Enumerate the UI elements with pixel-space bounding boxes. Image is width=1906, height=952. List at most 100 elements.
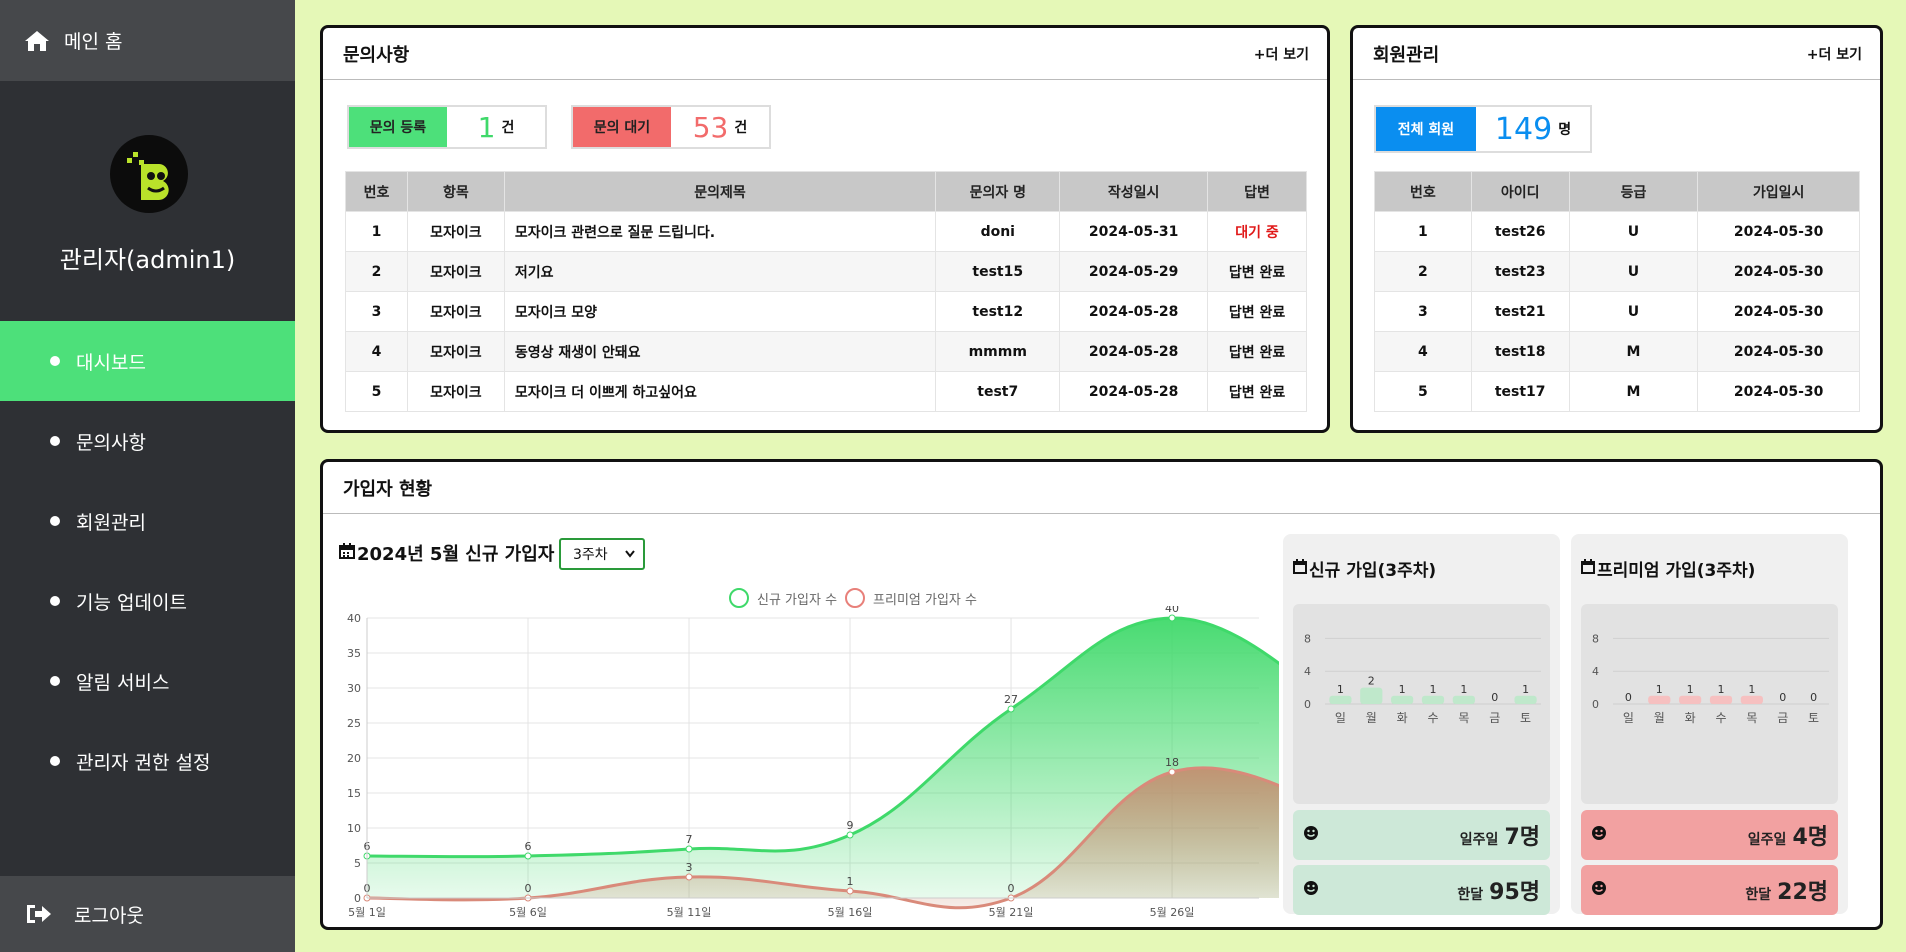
total-count: 149 — [1494, 111, 1553, 147]
table-row[interactable]: 2 모자이크 저기요 test15 2024-05-29 답변 완료 — [345, 251, 1307, 292]
table-row[interactable]: 4 모자이크 동영상 재생이 안돼요 mmmm 2024-05-28 답변 완료 — [345, 331, 1307, 372]
y-tick-label: 30 — [347, 682, 361, 695]
col-header: 작성일시 — [1059, 171, 1209, 212]
cell-date: 2024-05-30 — [1697, 251, 1860, 292]
new-month-summary: 한달 95명 — [1293, 865, 1550, 915]
cell-subject[interactable]: 모자이크 더 이쁘게 하고싶어요 — [503, 371, 937, 412]
table-row[interactable]: 5 모자이크 모자이크 더 이쁘게 하고싶어요 test7 2024-05-28… — [345, 371, 1307, 412]
cell-author: mmmm — [935, 331, 1061, 372]
bullet-icon — [50, 356, 60, 366]
bar-value-label: 1 — [1718, 683, 1725, 696]
sidebar-item-inquiry[interactable]: 문의사항 — [0, 401, 295, 481]
bar-value-label: 1 — [1399, 683, 1406, 696]
calendar-icon — [1581, 558, 1595, 579]
week-select[interactable]: 3주차 — [559, 538, 645, 570]
bullet-icon — [50, 676, 60, 686]
smiley-icon — [1591, 880, 1607, 900]
col-header: 등급 — [1568, 171, 1699, 212]
x-tick-label: 일 — [1623, 711, 1634, 725]
logout-icon — [24, 902, 52, 926]
data-label: 0 — [525, 882, 532, 895]
inquiry-more-link[interactable]: +더 보기 — [1254, 44, 1309, 64]
chart-legend: 신규 가입자 수 프리미엄 가입자 수 — [729, 588, 977, 608]
table-row[interactable]: 1 test26 U 2024-05-30 — [1374, 211, 1860, 252]
bar-value-label: 1 — [1748, 683, 1755, 696]
y-tick-label: 20 — [347, 752, 361, 765]
x-tick-label: 토 — [1808, 711, 1819, 725]
cell-subject[interactable]: 동영상 재생이 안돼요 — [503, 331, 937, 372]
bar-value-label: 1 — [1337, 683, 1344, 696]
bullet-icon — [50, 756, 60, 766]
premium-card-heading: 프리미엄 가입(3주차) — [1581, 556, 1755, 581]
legend-swatch-new — [729, 588, 749, 608]
cell-date: 2024-05-30 — [1697, 211, 1860, 252]
sidebar-item-dashboard[interactable]: 대시보드 — [0, 321, 295, 401]
week-label: 일주일 — [1747, 832, 1787, 848]
bar-value-label: 1 — [1656, 683, 1663, 696]
table-row[interactable]: 5 test17 M 2024-05-30 — [1374, 371, 1860, 412]
x-tick-label: 토 — [1520, 711, 1531, 725]
table-row[interactable]: 1 모자이크 모자이크 관련으로 질문 드립니다. doni 2024-05-3… — [345, 211, 1307, 252]
cell-id: test26 — [1470, 211, 1570, 252]
x-tick-label: 5월 1일 — [348, 905, 386, 919]
home-label: 메인 홈 — [64, 31, 123, 53]
waiting-count: 53 — [692, 110, 729, 144]
x-tick-label: 일 — [1335, 711, 1346, 725]
week-value: 7명 — [1504, 825, 1540, 850]
main-home-link[interactable]: 메인 홈 — [0, 0, 295, 81]
col-header: 문의제목 — [503, 171, 937, 212]
sidebar-item-feature-update[interactable]: 기능 업데이트 — [0, 561, 295, 641]
col-header: 가입일시 — [1697, 171, 1860, 212]
table-row[interactable]: 3 test21 U 2024-05-30 — [1374, 291, 1860, 332]
sidebar-item-notification[interactable]: 알림 서비스 — [0, 641, 295, 721]
cell-date: 2024-05-30 — [1697, 291, 1860, 332]
logout-button[interactable]: 로그아웃 — [0, 876, 295, 952]
table-row[interactable]: 4 test18 M 2024-05-30 — [1374, 331, 1860, 372]
sidebar-item-members[interactable]: 회원관리 — [0, 481, 295, 561]
data-point — [846, 831, 854, 839]
month-value: 95명 — [1489, 880, 1540, 905]
inquiry-title: 문의사항 — [343, 44, 410, 66]
table-row[interactable]: 3 모자이크 모자이크 모양 test12 2024-05-28 답변 완료 — [345, 291, 1307, 332]
calendar-icon — [339, 542, 355, 564]
new-weekly-bar-chart: 0 4 8 1 일 2 월 1 화 1 수 1 목 0 금 1 토 — [1304, 632, 1541, 725]
cell-date: 2024-05-29 — [1059, 251, 1209, 292]
data-point — [846, 887, 854, 895]
inquiry-panel: 문의사항 +더 보기 문의 등록 1건 문의 대기 53 건 번호 항목 문의제목… — [320, 25, 1330, 433]
bar — [1648, 695, 1671, 704]
cell-date: 2024-05-28 — [1059, 371, 1209, 412]
x-tick-label: 5월 11일 — [667, 905, 712, 919]
signup-area-chart: 667927400031018 05101520253035405월 1일5월 … — [347, 606, 1279, 919]
count-unit: 명 — [1558, 122, 1572, 138]
data-point — [685, 873, 693, 881]
cell-id: test23 — [1470, 251, 1570, 292]
sidebar-item-label: 알림 서비스 — [76, 671, 170, 694]
table-row[interactable]: 2 test23 U 2024-05-30 — [1374, 251, 1860, 292]
cell-subject[interactable]: 모자이크 관련으로 질문 드립니다. — [503, 211, 937, 252]
cell-subject[interactable]: 저기요 — [503, 251, 937, 292]
cell-answer-status: 답변 완료 — [1207, 291, 1307, 332]
cell-id: test21 — [1470, 291, 1570, 332]
sidebar-item-label: 기능 업데이트 — [76, 591, 187, 614]
cell-subject[interactable]: 모자이크 모양 — [503, 291, 937, 332]
data-point — [1168, 614, 1176, 622]
y-tick-label: 25 — [347, 717, 361, 730]
sidebar: 메인 홈 관리자(admin1) 대시보드 문의사항 회원관리 기능 업데이트 … — [0, 0, 295, 952]
cell-author: test12 — [935, 291, 1061, 332]
cell-answer-status: 대기 중 — [1207, 211, 1307, 252]
x-tick-label: 5월 26일 — [1150, 905, 1195, 919]
y-tick-label: 15 — [347, 787, 361, 800]
legend-label-premium: 프리미엄 가입자 수 — [873, 592, 977, 608]
week-select-value: 3주차 — [573, 547, 608, 563]
cell-no: 2 — [1374, 251, 1472, 292]
legend-label-new: 신규 가입자 수 — [757, 592, 838, 608]
members-more-link[interactable]: +더 보기 — [1807, 44, 1862, 64]
col-header: 번호 — [345, 171, 408, 212]
x-tick-label: 목 — [1746, 711, 1757, 725]
sidebar-item-label: 대시보드 — [76, 351, 146, 374]
y-tick-label: 0 — [1304, 698, 1311, 711]
data-point — [1007, 705, 1015, 713]
data-label: 40 — [1165, 606, 1179, 615]
bar-value-label: 0 — [1810, 691, 1817, 704]
sidebar-item-admin-permission[interactable]: 관리자 권한 설정 — [0, 721, 295, 801]
